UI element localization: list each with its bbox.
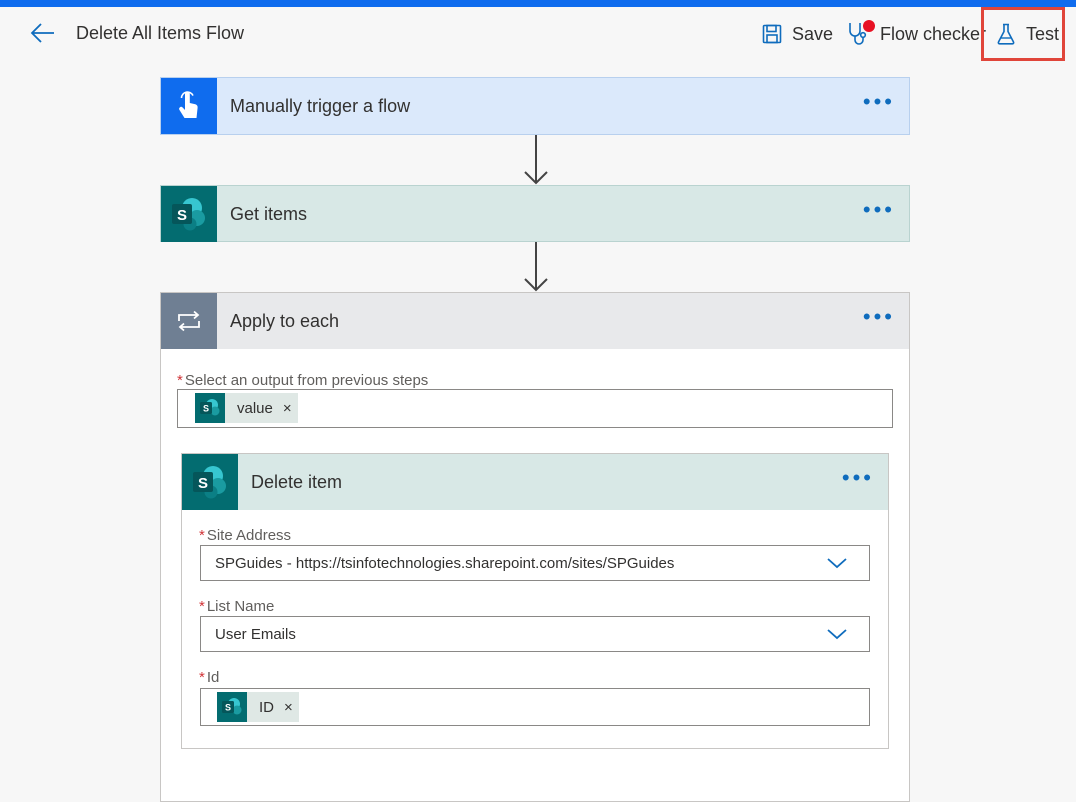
token-label: value [237,399,273,417]
site-address-dropdown[interactable]: SPGuides - https://tsinfotechnologies.sh… [200,545,870,581]
notification-dot [863,20,875,32]
id-token[interactable]: S ID × [217,692,299,722]
token-label: ID [259,698,274,716]
connector-arrow [524,135,548,185]
flow-checker-button[interactable]: Flow checker [846,17,986,51]
get-items-step-card[interactable]: S Get items ••• [160,185,910,242]
sharepoint-icon: S [182,454,238,510]
touch-hand-icon [161,78,217,134]
more-options-icon[interactable]: ••• [863,199,895,221]
top-accent-bar [0,0,1076,7]
remove-token-icon[interactable]: × [283,400,292,417]
chevron-down-icon [827,629,847,640]
connector-arrow [524,242,548,292]
svg-text:S: S [198,475,208,492]
trigger-step-card[interactable]: Manually trigger a flow ••• [160,77,910,135]
sharepoint-icon: S [161,186,217,242]
more-options-icon[interactable]: ••• [863,91,895,113]
site-address-label: * Site Address [199,527,292,544]
remove-token-icon[interactable]: × [284,699,293,716]
flow-checker-label: Flow checker [880,23,987,44]
list-name-label: * List Name [199,598,275,615]
loop-icon [161,293,217,349]
flow-title: Delete All Items Flow [76,23,245,43]
save-button[interactable]: Save [762,17,833,51]
save-label: Save [792,23,834,44]
more-options-icon[interactable]: ••• [842,467,874,489]
svg-text:S: S [203,404,209,414]
trigger-step-title: Manually trigger a flow [230,95,411,116]
svg-text:S: S [225,703,231,713]
delete-item-title: Delete item [251,471,343,492]
back-arrow-icon[interactable] [30,21,58,47]
list-name-dropdown[interactable]: User Emails [200,616,870,652]
apply-to-each-title: Apply to each [230,310,340,331]
id-label: * Id [199,669,220,686]
apply-to-each-header[interactable]: Apply to each ••• [161,293,909,349]
svg-text:S: S [177,207,187,224]
site-address-value: SPGuides - https://tsinfotechnologies.sh… [215,554,675,572]
id-input[interactable]: S ID × [200,688,870,726]
save-icon [762,24,782,44]
delete-item-header[interactable]: S Delete item ••• [182,454,888,510]
header: Delete All Items Flow Save Flow checker … [0,7,1076,59]
sharepoint-icon: S [217,692,247,722]
test-highlight-box [981,7,1065,61]
output-input[interactable]: S value × [177,389,893,428]
output-field-label: * Select an output from previous steps [177,372,429,389]
list-name-value: User Emails [215,625,296,643]
get-items-step-title: Get items [230,203,308,224]
chevron-down-icon [827,558,847,569]
more-options-icon[interactable]: ••• [863,306,895,328]
sharepoint-icon: S [195,393,225,423]
value-token[interactable]: S value × [195,393,298,423]
